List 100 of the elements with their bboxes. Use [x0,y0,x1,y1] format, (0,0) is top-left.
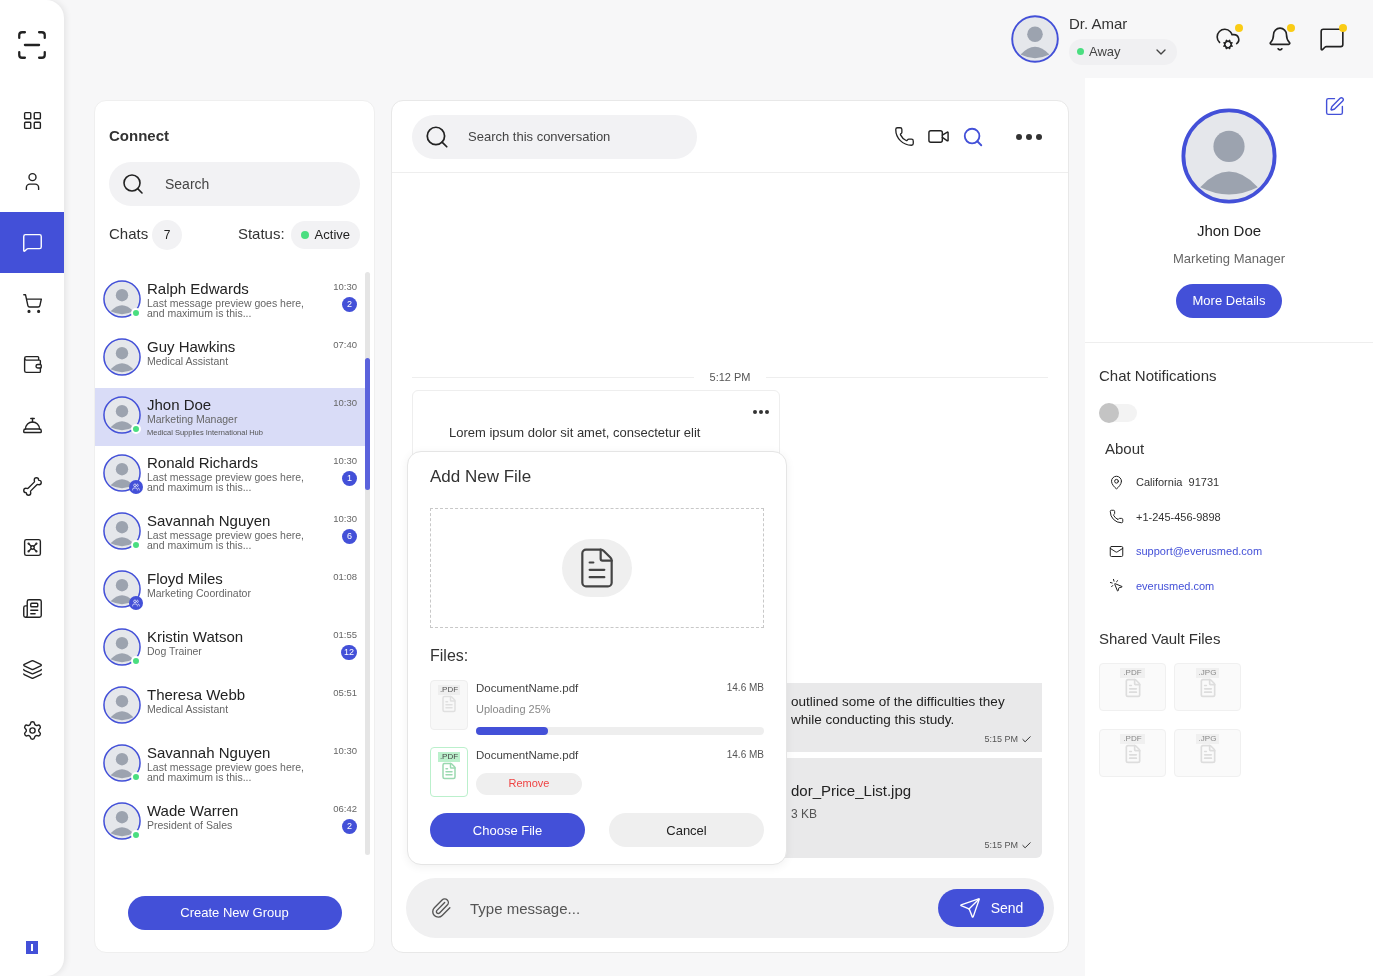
cart-icon [21,293,43,314]
message-input-bar[interactable]: Type message... Send [406,878,1054,938]
contact-subtitle: Last message preview goes here, and maximum is this... [147,471,305,492]
edit-icon [1324,96,1345,117]
panel-icon [26,941,38,954]
search-button[interactable] [962,125,984,148]
contact-avatar [103,627,141,666]
contact-name: Savannah Nguyen [147,511,272,529]
notifications-toggle[interactable] [1099,403,1137,422]
contact-item[interactable]: Wade Warren President of Sales 06:42 2 [95,793,365,852]
search-icon [121,171,145,196]
search-icon [962,125,984,148]
contact-item[interactable]: Floyd Miles Marketing Coordinator 01:08 [95,561,365,620]
contact-time: 05:51 [333,685,357,700]
contact-name: Guy Hawkins [147,337,237,355]
choose-file-button[interactable]: Choose File [430,813,585,848]
contact-info: +1-245-456-9898 [1136,509,1221,525]
call-button[interactable] [894,126,915,147]
contact-subtitle: Last message preview goes here, and maximum is this... [147,529,305,550]
bell-icon [1267,26,1293,52]
contact-subtitle: Last message preview goes here, and maximum is this... [147,297,305,318]
upload-status: Uploading 25% [476,701,552,717]
send-button[interactable]: Send [938,889,1044,927]
contact-time: 10:30 [333,395,357,410]
file-size: 14.6 MB [726,748,764,763]
contact-name: Ronald Richards [147,453,259,471]
cloche-icon [21,415,43,436]
contact-avatar [103,279,141,318]
section-title: About [1105,438,1146,459]
contact-item[interactable]: Kristin Watson Dog Trainer 01:55 12 [95,619,365,678]
contact-avatar [103,453,141,492]
dialog-title: Add New File [430,466,533,488]
message-line: outlined some of the difficulties they [791,692,1006,711]
send-icon [958,897,981,919]
grid-icon [21,110,43,131]
more-icon [753,409,769,414]
contact-subtitle: Medical Assistant [147,355,230,366]
status-pill[interactable]: Active [290,220,360,249]
contact-time: 01:55 [333,627,357,642]
contact-item[interactable]: Savannah Nguyen Last message preview goes here, and maximum is this... 10:30 [95,735,365,794]
location-icon [1109,474,1124,490]
pointer-click-icon [1109,578,1124,594]
contact-time: 10:30 [333,743,357,758]
user-avatar [1011,15,1059,63]
attach-icon [430,897,452,919]
mail-icon [1109,543,1124,559]
edit-button[interactable] [1324,96,1345,117]
contact-name: Jhon Doe [147,395,213,413]
contact-link[interactable]: everusmed.com [1136,577,1215,594]
contact-subtitle: Marketing Coordinator [147,587,252,598]
contact-name: Floyd Miles [147,569,224,587]
unread-badge: 6 [342,528,357,544]
more-button[interactable] [1016,133,1042,140]
notification-button[interactable] [1317,24,1347,54]
cloud-gear-icon [1215,26,1241,52]
status-dropdown[interactable]: Away [1069,38,1177,65]
scrollbar[interactable] [365,271,370,855]
safe-icon [21,537,43,558]
contact-info: California 91731 [1136,475,1220,490]
phone-icon [894,126,915,147]
contact-name: Ralph Edwards [147,279,250,297]
files-label: Files: [430,645,470,666]
contact-item[interactable]: Savannah Nguyen Last message preview goes here, and maximum is this... 10:30 6 [95,503,365,562]
contact-name: Theresa Webb [147,685,247,703]
message-line: while conducting this study. [791,710,956,729]
file-size: 3 KB [791,805,818,823]
conversation-search-field[interactable]: Search this conversation [412,114,697,159]
profile-name: Jhon Doe [1196,221,1262,241]
contact-item[interactable]: Theresa Webb Medical Assistant 05:51 [95,677,365,736]
contact-time: 01:08 [333,569,357,584]
logo-icon [15,28,49,62]
unread-badge: 2 [342,296,357,312]
search-field[interactable]: Search [109,161,360,206]
more-details-button[interactable]: More Details [1175,284,1283,318]
contact-subtitle: Last message preview goes here, and maximum is this... [147,761,305,782]
contact-subtitle: Dog Trainer [147,645,203,656]
contact-subtitle: President of Sales [147,819,234,830]
bone-icon [21,476,43,497]
contact-avatar [103,395,141,434]
contact-time: 10:30 [333,453,357,468]
newspaper-icon [21,598,43,619]
more-icon [1016,133,1042,140]
contact-link[interactable]: support@everusmed.com [1136,543,1263,560]
create-group-button[interactable]: Create New Group [127,895,342,930]
panel-title: Connect [108,126,170,146]
contact-item[interactable]: Ralph Edwards Last message preview goes here, and maximum is this... 10:30 2 [95,271,365,330]
message-field[interactable]: Type message... [470,888,920,928]
contact-avatar [103,801,141,840]
contact-time: 07:40 [333,337,357,352]
contact-item[interactable]: Guy Hawkins Medical Assistant 07:40 [95,329,365,388]
file-name: DocumentName.pdf [476,748,579,764]
contact-avatar [103,569,141,608]
unread-badge: 2 [342,818,357,834]
chat-icon [21,232,43,253]
cancel-button[interactable]: Cancel [609,813,764,848]
contact-avatar [103,337,141,376]
contact-subtitle: Medical Assistant [147,703,230,714]
contact-item[interactable]: Ronald Richards Last message preview goes here, and maximum is this... 10:30 1 [95,445,365,504]
status-label: Status: [237,224,285,245]
contact-time: 10:30 [333,511,357,526]
